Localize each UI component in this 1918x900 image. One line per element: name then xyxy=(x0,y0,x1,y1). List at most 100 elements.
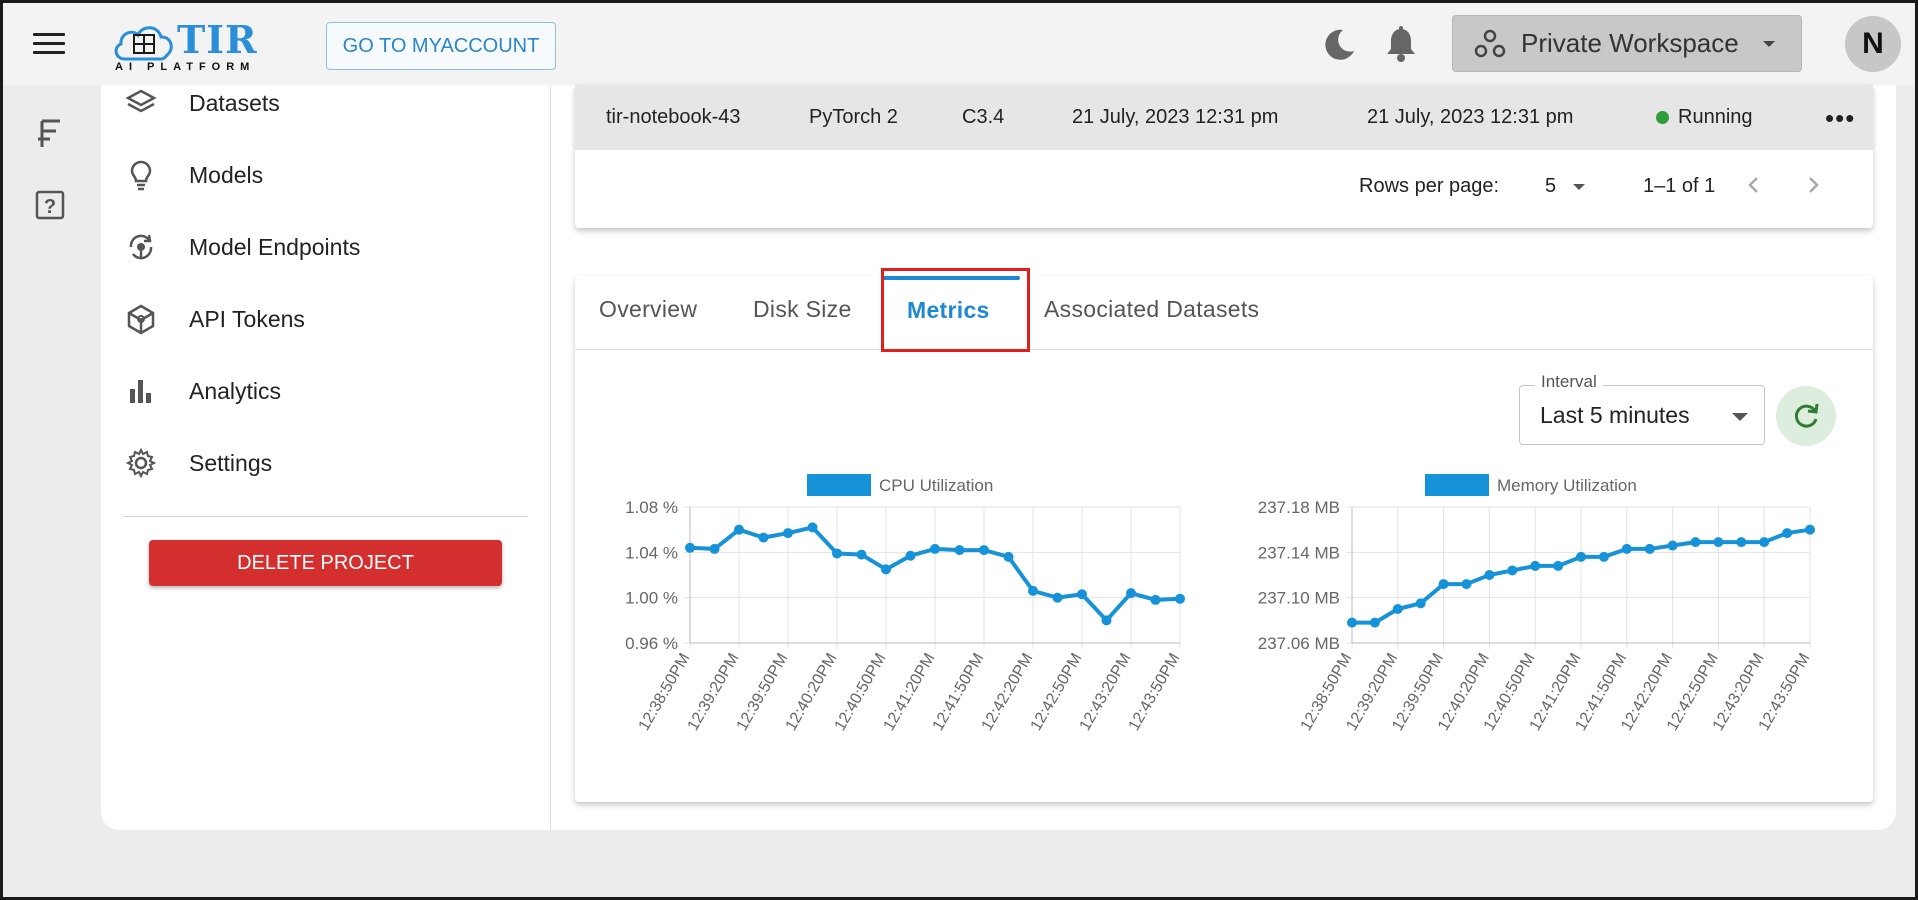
workspace-label: Private Workspace xyxy=(1521,28,1739,58)
data-point xyxy=(1553,560,1564,571)
endpoint-icon xyxy=(123,229,159,265)
top-bar: TIR AI PLATFORM GO TO MYACCOUNT Private … xyxy=(3,3,1915,85)
notebook-plan: C3.4 xyxy=(962,106,1005,128)
chevron-down-icon xyxy=(1762,40,1775,47)
data-point xyxy=(1713,537,1724,548)
y-tick-label: 237.14 MB xyxy=(1258,543,1340,562)
interval-label: Interval xyxy=(1535,372,1603,392)
y-tick-label: 237.10 MB xyxy=(1258,589,1340,608)
data-point xyxy=(783,528,793,539)
chevron-down-icon xyxy=(1732,413,1748,421)
y-tick-label: 0.96 % xyxy=(625,634,678,653)
notebook-image: PyTorch 2 xyxy=(809,106,898,128)
sidebar-item-label: API Tokens xyxy=(189,305,305,332)
bar-chart-icon xyxy=(123,373,159,409)
data-point xyxy=(1077,589,1087,600)
data-point xyxy=(905,550,916,561)
legend-label: CPU Utilization xyxy=(879,476,993,495)
dark-mode-moon-icon[interactable] xyxy=(1321,27,1357,63)
data-point xyxy=(1484,570,1495,580)
highlight-box xyxy=(881,268,1030,352)
sidebar-item-label: Settings xyxy=(189,449,273,476)
go-to-myaccount-button[interactable]: GO TO MYACCOUNT xyxy=(326,22,556,70)
data-point xyxy=(1003,551,1014,562)
sidebar-item-model-endpoints[interactable]: Model Endpoints xyxy=(123,223,523,271)
data-point xyxy=(1461,579,1472,590)
cpu-utilization-chart: CPU Utilization1.08 %1.04 %1.00 %0.96 %1… xyxy=(625,474,1185,734)
data-point xyxy=(832,548,842,559)
y-tick-label: 237.06 MB xyxy=(1258,634,1340,653)
notebook-table: tir-notebook-43 PyTorch 2 C3.4 21 July, … xyxy=(575,85,1873,228)
data-point xyxy=(1576,551,1586,562)
x-tick-label: 12:42:50PM xyxy=(1028,651,1086,734)
data-point xyxy=(1415,598,1426,609)
data-point xyxy=(709,543,720,554)
prev-page-icon[interactable] xyxy=(1740,171,1768,199)
x-tick-label: 12:40:50PM xyxy=(832,651,890,734)
interval-select[interactable]: Last 5 minutes xyxy=(1519,385,1765,445)
sidebar-divider xyxy=(123,516,528,517)
sidebar-item-models[interactable]: Models xyxy=(123,151,523,199)
data-point xyxy=(954,545,965,556)
sidebar-item-label: Datasets xyxy=(189,89,280,116)
data-point xyxy=(881,564,891,575)
sidebar-item-label: Model Endpoints xyxy=(189,233,361,260)
avatar[interactable]: N xyxy=(1845,16,1901,72)
x-tick-label: 12:43:20PM xyxy=(1077,651,1135,734)
hamburger-menu-icon[interactable] xyxy=(33,33,65,59)
tab-associated-datasets[interactable]: Associated Datasets xyxy=(1044,296,1259,323)
x-tick-label: 12:41:20PM xyxy=(881,651,939,734)
data-point xyxy=(734,524,744,535)
cube-icon xyxy=(123,301,159,337)
data-point xyxy=(807,522,818,533)
refresh-button[interactable] xyxy=(1776,386,1836,446)
notebook-name: tir-notebook-43 xyxy=(606,106,741,128)
data-point xyxy=(1736,537,1747,548)
notebook-updated: 21 July, 2023 12:31 pm xyxy=(1367,106,1574,128)
x-tick-label: 12:42:20PM xyxy=(979,651,1037,734)
data-point xyxy=(1598,551,1609,562)
data-point xyxy=(1644,543,1655,554)
status-dot xyxy=(1656,111,1669,125)
notebook-created: 21 July, 2023 12:31 pm xyxy=(1072,106,1279,128)
table-row[interactable]: tir-notebook-43 PyTorch 2 C3.4 21 July, … xyxy=(575,85,1873,150)
notification-bell-icon[interactable] xyxy=(1383,25,1419,63)
next-page-icon[interactable] xyxy=(1799,171,1827,199)
tab-overview[interactable]: Overview xyxy=(599,296,697,323)
more-options-icon[interactable]: ••• xyxy=(1825,103,1855,134)
lightbulb-icon xyxy=(123,157,159,193)
metrics-card: Overview Disk Size Metrics Associated Da… xyxy=(575,268,1873,802)
data-point xyxy=(1347,617,1357,628)
help-icon[interactable]: ? xyxy=(30,185,70,225)
logo[interactable]: TIR AI PLATFORM xyxy=(111,17,261,77)
workspace-icon xyxy=(1474,29,1506,57)
data-point xyxy=(1369,617,1380,628)
x-tick-label: 12:38:50PM xyxy=(636,651,694,734)
tab-bar: Overview Disk Size Metrics Associated Da… xyxy=(575,268,1873,352)
sidebar-item-api-tokens[interactable]: API Tokens xyxy=(123,295,523,343)
billing-icon[interactable] xyxy=(30,113,70,153)
x-tick-label: 12:40:20PM xyxy=(783,651,841,734)
sidebar-item-analytics[interactable]: Analytics xyxy=(123,367,523,415)
data-point xyxy=(685,542,695,553)
data-point xyxy=(1759,537,1770,548)
sidebar-item-settings[interactable]: Settings xyxy=(123,439,523,487)
data-point xyxy=(1690,537,1701,548)
workspace-selector[interactable]: Private Workspace xyxy=(1452,15,1802,72)
data-point xyxy=(1052,592,1063,603)
delete-project-button[interactable]: DELETE PROJECT xyxy=(149,540,502,586)
pagination-range: 1–1 of 1 xyxy=(1643,175,1716,197)
layers-icon xyxy=(123,85,159,121)
y-tick-label: 1.00 % xyxy=(625,589,678,608)
data-point xyxy=(1101,615,1112,626)
memory-utilization-chart: Memory Utilization 237.18 MB 237.14 MB 237.… xyxy=(1258,474,1815,734)
x-tick-label: 12:39:20PM xyxy=(685,651,743,734)
sidebar-item-datasets[interactable]: Datasets xyxy=(123,79,523,127)
tab-disk-size[interactable]: Disk Size xyxy=(753,296,852,323)
legend-swatch xyxy=(807,474,871,496)
rows-per-page-select[interactable]: 5 xyxy=(1545,175,1586,198)
data-point xyxy=(1175,593,1185,604)
data-point xyxy=(1150,594,1161,605)
data-point xyxy=(856,549,867,560)
data-point xyxy=(1126,588,1136,599)
